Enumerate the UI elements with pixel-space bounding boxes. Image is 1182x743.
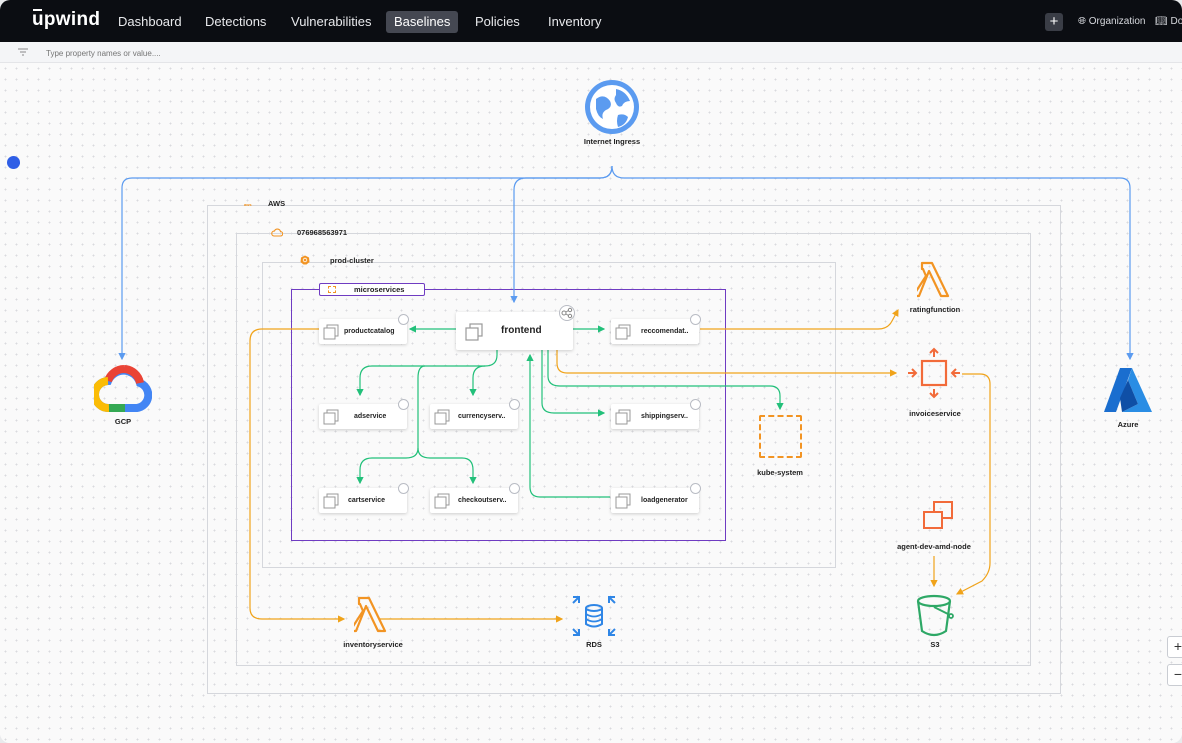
organization-button[interactable]: 🌐︎ Organization bbox=[1078, 13, 1145, 31]
share-icon bbox=[690, 399, 701, 410]
filter-bar bbox=[0, 42, 1182, 63]
workload-icon bbox=[323, 409, 339, 425]
organization-label: Organization bbox=[1088, 16, 1146, 27]
filter-input[interactable] bbox=[44, 45, 448, 61]
invoice-service-icon[interactable] bbox=[906, 347, 962, 399]
workload-icon bbox=[615, 324, 631, 340]
workload-icon bbox=[434, 409, 450, 425]
nav-inventory[interactable]: Inventory bbox=[540, 11, 609, 33]
azure-logo[interactable] bbox=[1102, 366, 1154, 414]
lambda-icon[interactable] bbox=[917, 261, 953, 299]
nav-vulnerabilities[interactable]: Vulnerabilities bbox=[283, 11, 379, 33]
workload-icon bbox=[615, 409, 631, 425]
nav-policies[interactable]: Policies bbox=[467, 11, 528, 33]
currencyservice-label: currencyserv.. bbox=[458, 413, 506, 420]
nav-detections[interactable]: Detections bbox=[197, 11, 274, 33]
rds-database-icon[interactable] bbox=[571, 594, 617, 638]
share-icon bbox=[690, 314, 701, 325]
zoom-out-button[interactable]: − bbox=[1167, 664, 1182, 686]
azure-label: Azure bbox=[1117, 420, 1139, 429]
productcatalog-label: productcatalog bbox=[344, 328, 395, 335]
lambda-icon[interactable] bbox=[354, 596, 390, 634]
upwind-logo[interactable]: upwind bbox=[32, 9, 100, 31]
invoiceservice-label: invoiceservice bbox=[909, 409, 961, 418]
internet-ingress-label: Internet Ingress bbox=[583, 137, 641, 146]
globe-icon[interactable] bbox=[584, 79, 640, 135]
share-icon bbox=[509, 483, 520, 494]
frontend-node[interactable]: frontend bbox=[456, 305, 575, 350]
kube-system-label: kube-system bbox=[757, 468, 803, 477]
shippingservice-label: shippingserv.. bbox=[641, 413, 688, 420]
gcp-logo[interactable] bbox=[94, 364, 152, 412]
panel-resize-handle[interactable] bbox=[7, 156, 20, 169]
cartservice-node[interactable]: cartservice bbox=[319, 483, 409, 513]
agent-node-label: agent-dev-amd-node bbox=[897, 542, 971, 551]
checkoutservice-node[interactable]: checkoutserv.. bbox=[430, 483, 520, 513]
cartservice-label: cartservice bbox=[348, 497, 385, 504]
loadgenerator-label: loadgenerator bbox=[641, 497, 688, 504]
share-icon bbox=[398, 314, 409, 325]
nav-dashboard[interactable]: Dashboard bbox=[110, 11, 190, 33]
book-icon: 📖︎ bbox=[1155, 16, 1168, 27]
zoom-in-button[interactable]: + bbox=[1167, 636, 1182, 658]
add-button[interactable]: + bbox=[1045, 13, 1063, 31]
rds-label: RDS bbox=[586, 640, 602, 649]
loadgenerator-node[interactable]: loadgenerator bbox=[611, 483, 701, 513]
workload-icon bbox=[323, 493, 339, 509]
filter-icon[interactable] bbox=[18, 48, 28, 56]
adservice-label: adservice bbox=[354, 413, 387, 420]
workload-icon bbox=[465, 323, 483, 341]
currencyservice-node[interactable]: currencyserv.. bbox=[430, 399, 520, 429]
frontend-label: frontend bbox=[501, 325, 542, 336]
ratingfunction-label: ratingfunction bbox=[909, 305, 961, 314]
app-window: upwind Dashboard Detections Vulnerabilit… bbox=[0, 0, 1182, 743]
workload-icon bbox=[615, 493, 631, 509]
checkoutservice-label: checkoutserv.. bbox=[458, 497, 507, 504]
docs-button[interactable]: 📖︎ Doc bbox=[1155, 13, 1182, 31]
globe-icon: 🌐︎ bbox=[1078, 16, 1086, 27]
reccomendation-node[interactable]: reccomendat.. bbox=[611, 314, 701, 344]
share-icon bbox=[398, 399, 409, 410]
productcatalog-node[interactable]: productcatalog bbox=[319, 314, 409, 344]
share-icon bbox=[559, 305, 575, 321]
kube-system-node[interactable] bbox=[759, 415, 802, 458]
workload-icon bbox=[323, 324, 339, 340]
instances-icon[interactable] bbox=[921, 500, 955, 532]
s3-bucket-icon[interactable] bbox=[914, 593, 956, 637]
docs-label: Doc bbox=[1170, 16, 1182, 27]
share-icon bbox=[509, 399, 520, 410]
top-navigation-bar: upwind Dashboard Detections Vulnerabilit… bbox=[0, 0, 1182, 42]
graph-canvas[interactable]: aws AWS 076968563971 prod-cluster micros… bbox=[0, 63, 1182, 743]
share-icon bbox=[398, 483, 409, 494]
reccomendation-label: reccomendat.. bbox=[641, 328, 689, 335]
inventoryservice-label: inventoryservice bbox=[343, 640, 403, 649]
workload-icon bbox=[434, 493, 450, 509]
adservice-node[interactable]: adservice bbox=[319, 399, 409, 429]
shippingservice-node[interactable]: shippingserv.. bbox=[611, 399, 701, 429]
gcp-label: GCP bbox=[114, 417, 132, 426]
nav-baselines[interactable]: Baselines bbox=[386, 11, 459, 33]
share-icon bbox=[690, 483, 701, 494]
s3-label: S3 bbox=[930, 640, 940, 649]
